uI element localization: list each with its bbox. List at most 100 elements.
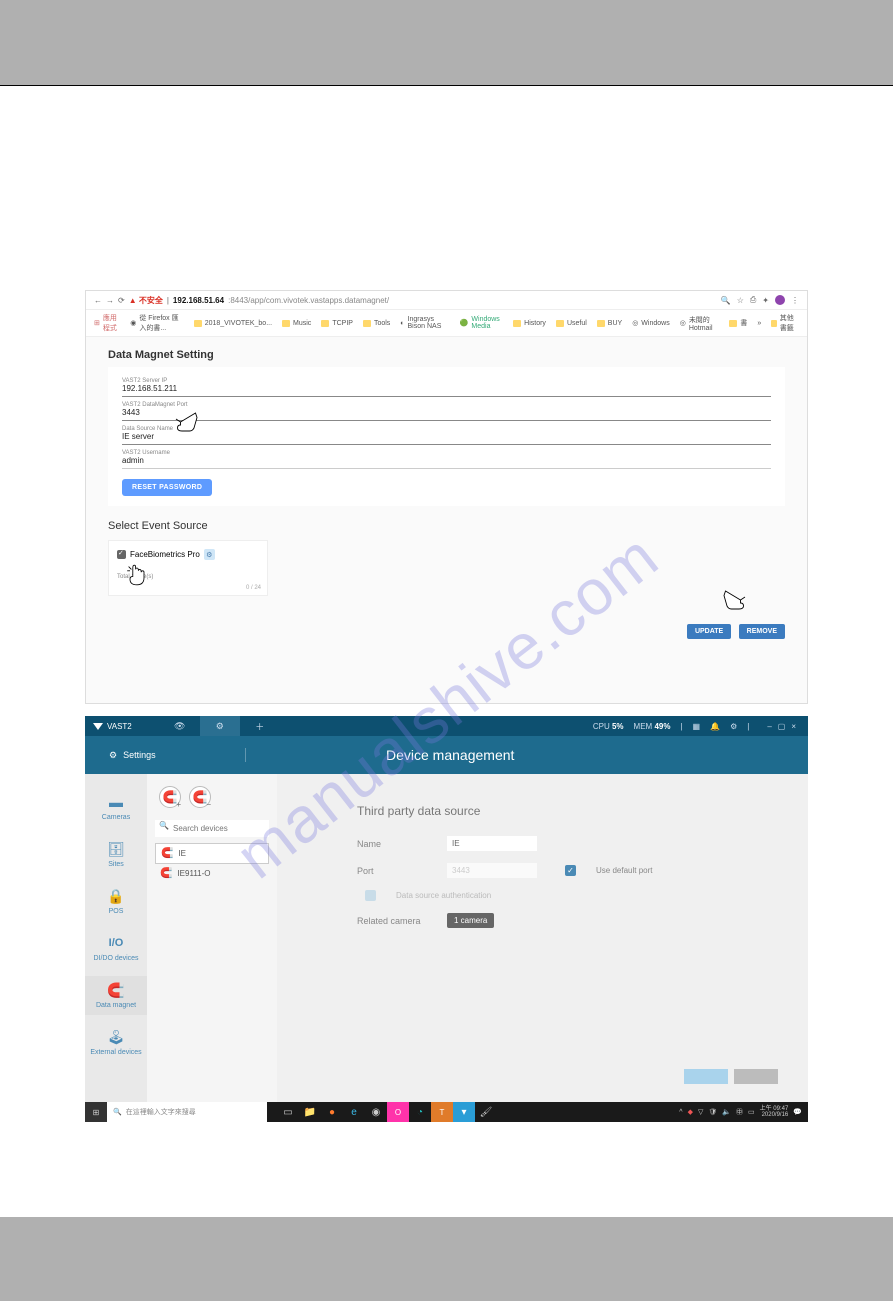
printer-icon[interactable]: ⎙ (750, 295, 756, 305)
eye-tab[interactable]: 👁 (160, 716, 200, 736)
field-username[interactable]: VAST2 Username admin (122, 447, 771, 469)
settings-label[interactable]: Settings (123, 750, 156, 760)
gear-icon[interactable]: ⚙ (204, 549, 215, 560)
nav-pos[interactable]: 🔒 POS (85, 882, 147, 921)
app-icon[interactable]: 🖌 (475, 1102, 497, 1122)
nav-cameras[interactable]: ▬ Cameras (85, 788, 147, 827)
search-placeholder: 在這裡輸入文字來搜尋 (126, 1107, 196, 1117)
taskbar-search[interactable]: 🔍 在這裡輸入文字來搜尋 (107, 1102, 267, 1122)
value: 3443 (122, 408, 771, 417)
name-input[interactable] (447, 836, 537, 851)
apps-grid-icon[interactable]: ⊞ 應用程式 (94, 313, 120, 333)
gear-icon[interactable]: ⚙ (730, 722, 737, 731)
chevron-up-icon[interactable]: ^ (679, 1109, 682, 1116)
start-button[interactable]: ⊞ (85, 1102, 107, 1122)
bookmark-overflow[interactable]: » (757, 320, 761, 327)
auth-checkbox[interactable] (365, 890, 376, 901)
maximize-icon[interactable]: ▢ (778, 722, 786, 731)
page-top-band (0, 0, 893, 85)
explorer-icon[interactable]: 📁 (299, 1102, 321, 1122)
bookmark-item[interactable]: Music (282, 320, 311, 327)
clock[interactable]: 上午 09:47 2020/9/16 (760, 1106, 789, 1118)
bookmark-item[interactable]: ◎ 未閱的 Hotmail (680, 315, 720, 332)
avatar[interactable] (775, 295, 785, 305)
security-warning[interactable]: ▲ 不安全 (129, 295, 163, 306)
tray-icon[interactable]: ◆ (688, 1108, 693, 1116)
grid-icon[interactable]: ▦ (693, 722, 701, 731)
star-icon[interactable]: ☆ (737, 296, 744, 305)
bell-icon[interactable]: 🔔 (710, 722, 720, 731)
remove-device-button[interactable]: 🧲− (189, 786, 211, 808)
teams-icon[interactable]: T (431, 1102, 453, 1122)
nav-label: DI/DO devices (93, 955, 138, 962)
vast-icon[interactable]: ▾ (453, 1102, 475, 1122)
edge-icon[interactable]: ◔ (409, 1102, 431, 1122)
wifi-icon[interactable]: ▽ (698, 1108, 703, 1116)
bookmark-item[interactable]: 書 (729, 318, 747, 328)
bookmark-item[interactable]: Tools (363, 320, 390, 327)
forward-icon[interactable]: → (106, 296, 114, 305)
extensions-icon[interactable]: ✦ (762, 296, 769, 305)
add-tab[interactable]: ＋ (240, 716, 280, 736)
nav-data-magnet[interactable]: 🧲 Data magnet (85, 976, 147, 1015)
bookmark-item[interactable]: TCPIP (321, 320, 353, 327)
reload-icon[interactable]: ⟳ (118, 296, 125, 305)
related-label: Related camera (357, 916, 427, 926)
settings-tab[interactable]: ⚙ (200, 716, 240, 736)
event-source-card[interactable]: FaceBiometrics Pro ⚙ Total 1 rule(s) 0 /… (108, 540, 268, 596)
url-path[interactable]: :8443/app/com.vivotek.vastapps.datamagne… (228, 296, 389, 305)
bookmark-item[interactable]: 其他書籤 (771, 313, 799, 333)
outlook-icon[interactable]: O (387, 1102, 409, 1122)
cancel-button[interactable] (734, 1069, 778, 1084)
auth-label: Data source authentication (396, 891, 491, 900)
minimize-icon[interactable]: – (767, 722, 771, 731)
remove-button[interactable]: REMOVE (739, 624, 785, 639)
nav-io[interactable]: I/O DI/DO devices (85, 929, 147, 968)
url-host[interactable]: 192.168.51.64 (173, 296, 224, 305)
ime-icon[interactable]: ㊥ (736, 1107, 743, 1117)
volume-icon[interactable]: 🔈 (722, 1108, 731, 1116)
device-item[interactable]: 🧲 IE (155, 843, 269, 864)
close-icon[interactable]: × (791, 722, 796, 731)
search-input[interactable] (155, 820, 269, 837)
app-logo[interactable]: VAST2 (85, 722, 140, 731)
bookmark-item[interactable]: 2018_VIVOTEK_bo... (194, 320, 272, 327)
task-view-icon[interactable]: ▭ (277, 1102, 299, 1122)
field-port[interactable]: VAST2 DataMagnet Port 3443 (122, 399, 771, 421)
kebab-icon[interactable]: ⋮ (791, 296, 799, 305)
clicking-hand-icon (123, 561, 151, 589)
bookmark-item[interactable]: ◎ Windows (632, 319, 670, 327)
nav-label: Cameras (102, 814, 130, 821)
window-tabs: 👁 ⚙ ＋ (160, 716, 280, 736)
nav-sites[interactable]: 🗄 Sites (85, 835, 147, 874)
back-icon[interactable]: ← (94, 296, 102, 305)
firefox-icon[interactable]: ● (321, 1102, 343, 1122)
bookmark-item[interactable]: BUY (597, 320, 622, 327)
chrome-icon[interactable]: ◉ (365, 1102, 387, 1122)
default-port-checkbox[interactable]: ✓ (565, 865, 576, 876)
bookmark-item[interactable]: History (513, 320, 546, 327)
add-device-button[interactable]: 🧲+ (159, 786, 181, 808)
source-checkbox[interactable] (117, 550, 126, 559)
apply-button[interactable] (684, 1069, 728, 1084)
system-tray: ^ ◆ ▽ 🛡 🔈 ㊥ ▭ 上午 09:47 2020/9/16 💬 (673, 1106, 808, 1118)
device-list-panel: 🧲+ 🧲− 🧲 IE 🧲 IE9111-O (147, 774, 277, 1102)
field-data-source-name[interactable]: Data Source Name IE server (122, 423, 771, 445)
input-icon[interactable]: ▭ (748, 1108, 755, 1116)
shield-icon[interactable]: 🛡 (708, 1108, 717, 1116)
bookmark-item[interactable]: ◉ 從 Firefox 匯入的書... (130, 313, 183, 333)
bookmark-item[interactable]: Useful (556, 320, 587, 327)
date: 2020/9/16 (760, 1112, 789, 1118)
nav-external[interactable]: 🕹 External devices (85, 1023, 147, 1062)
port-input[interactable] (447, 863, 537, 878)
bookmark-item[interactable]: ◐ Ingrasys Bison NAS (400, 316, 449, 330)
bookmark-item[interactable]: 🟢 Windows Media (460, 316, 503, 330)
update-button[interactable]: UPDATE (687, 624, 731, 639)
camera-pill[interactable]: 1 camera (447, 913, 494, 928)
reset-password-button[interactable]: RESET PASSWORD (122, 479, 212, 496)
search-icon[interactable]: 🔍 (721, 296, 731, 305)
notifications-icon[interactable]: 💬 (793, 1108, 802, 1116)
ie-icon[interactable]: e (343, 1102, 365, 1122)
field-server-ip[interactable]: VAST2 Server IP 192.168.51.211 (122, 375, 771, 397)
device-item[interactable]: 🧲 IE9111-O (155, 864, 269, 883)
